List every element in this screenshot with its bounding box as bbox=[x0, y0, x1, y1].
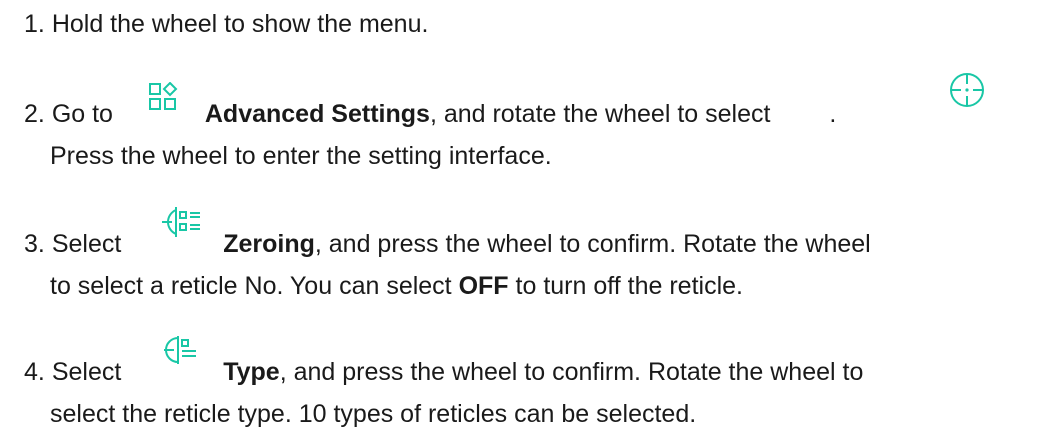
step-text: , and press the wheel to confirm. Rotate… bbox=[314, 230, 871, 258]
step-bold: OFF bbox=[458, 272, 509, 300]
step-lead: Select bbox=[51, 230, 122, 258]
step-bold: Zeroing bbox=[223, 230, 315, 258]
step-lead: Go to bbox=[51, 100, 113, 128]
step-bold: Advanced Settings bbox=[204, 100, 430, 128]
step-text: , and rotate the wheel to select bbox=[429, 100, 771, 128]
step-4-line-2: select the reticle type. 10 types of ret… bbox=[50, 398, 696, 430]
step-text: to turn off the reticle. bbox=[515, 272, 743, 300]
advanced-settings-icon bbox=[148, 82, 180, 112]
step-2: 2. Go to Advanced Settings, and rotate t… bbox=[24, 98, 836, 130]
type-icon bbox=[162, 334, 200, 366]
step-number: 2. bbox=[24, 100, 45, 128]
step-text: to select a reticle No. You can select bbox=[50, 272, 452, 300]
step-2-line-2: Press the wheel to enter the setting int… bbox=[50, 140, 552, 172]
step-text: Hold the wheel to show the menu. bbox=[51, 10, 429, 38]
step-3-line-2: to select a reticle No. You can select O… bbox=[50, 270, 743, 302]
step-number: 4. bbox=[24, 358, 45, 386]
step-4: 4. Select Type, and press the wheel to c… bbox=[24, 356, 863, 388]
step-end: . bbox=[829, 100, 837, 128]
step-number: 1. bbox=[24, 10, 45, 38]
zeroing-icon bbox=[160, 205, 204, 239]
step-lead: Select bbox=[51, 358, 122, 386]
step-number: 3. bbox=[24, 230, 45, 258]
step-3: 3. Select Zeroing, and press the wheel t… bbox=[24, 228, 871, 260]
step-text: select the reticle type. 10 types of ret… bbox=[50, 400, 697, 428]
step-bold: Type bbox=[223, 358, 280, 386]
step-text: , and press the wheel to confirm. Rotate… bbox=[279, 358, 864, 386]
step-text: Press the wheel to enter the setting int… bbox=[50, 142, 552, 170]
crosshair-icon bbox=[947, 70, 987, 110]
step-1: 1. Hold the wheel to show the menu. bbox=[24, 8, 428, 40]
